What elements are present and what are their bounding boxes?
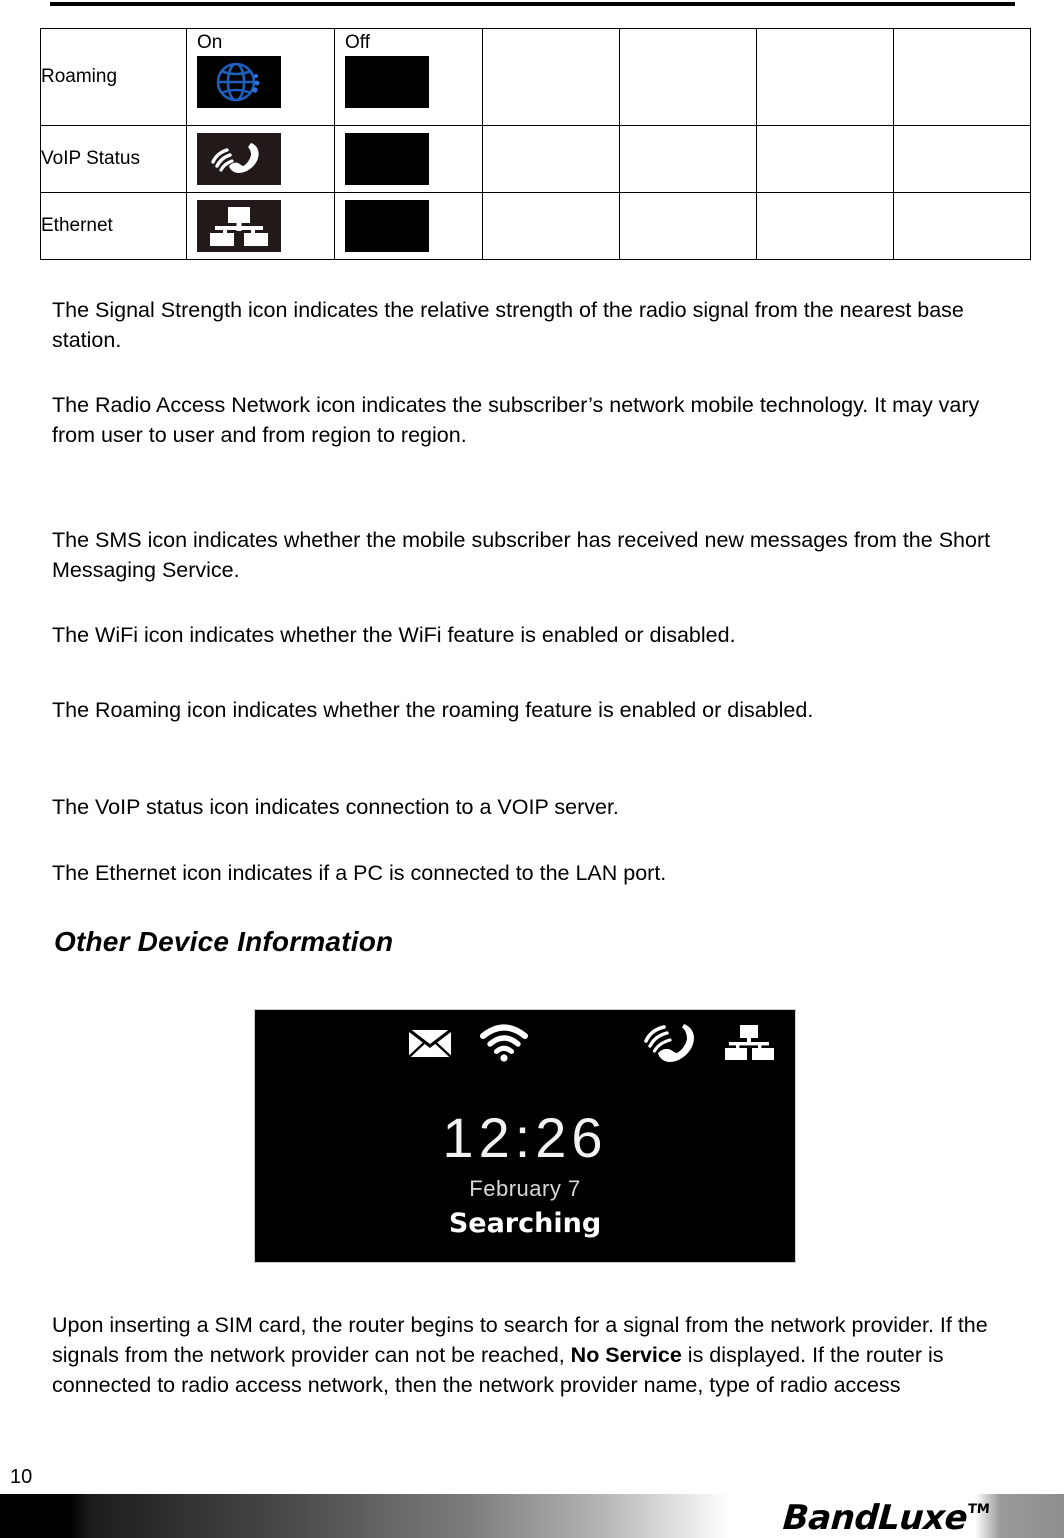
device-status-text: Searching xyxy=(448,1208,602,1239)
cell-voip-on xyxy=(186,125,335,193)
paragraph-voip: The VoIP status icon indicates connectio… xyxy=(52,795,619,819)
paragraph-ethernet: The Ethernet icon indicates if a PC is c… xyxy=(52,861,667,885)
empty-cell xyxy=(893,28,1031,126)
empty-cell xyxy=(619,28,757,126)
page-number: 10 xyxy=(10,1466,33,1488)
sms-envelope-icon xyxy=(407,1026,453,1065)
empty-cell xyxy=(893,125,1031,193)
state-header-on: On xyxy=(197,32,223,53)
roaming-globe-icon xyxy=(197,55,281,108)
blank-black-icon xyxy=(345,133,429,185)
bandluxe-logo: BandLuxeTM xyxy=(782,1498,991,1538)
empty-cell xyxy=(619,192,757,260)
device-display-screenshot: 12:26 February 7 Searching xyxy=(255,1010,795,1262)
empty-cell xyxy=(756,28,894,126)
cell-roaming-on: On xyxy=(186,28,335,126)
row-label-ethernet: Ethernet xyxy=(40,192,187,260)
empty-cell xyxy=(619,125,757,193)
empty-cell xyxy=(893,192,1031,260)
ethernet-lan-icon xyxy=(721,1024,777,1067)
voip-phone-icon xyxy=(197,133,281,185)
closing-text-bold: No Service xyxy=(570,1343,682,1367)
device-date: February 7 xyxy=(469,1176,581,1201)
empty-cell xyxy=(756,192,894,260)
wifi-icon xyxy=(479,1022,529,1067)
bandluxe-logo-text: BandLuxe xyxy=(781,1498,969,1538)
table-row: Roaming On Off xyxy=(40,28,1031,126)
icon-wrap xyxy=(335,55,482,108)
state-header-off: Off xyxy=(345,32,370,53)
cell-ethernet-off xyxy=(334,192,483,260)
trademark-symbol: TM xyxy=(967,1502,991,1517)
ethernet-lan-icon xyxy=(197,200,281,252)
paragraph-signal-strength: The Signal Strength icon indicates the r… xyxy=(52,298,964,352)
blank-black-icon xyxy=(345,55,429,108)
empty-cell xyxy=(482,28,620,126)
empty-cell xyxy=(482,192,620,260)
table-row: VoIP Status xyxy=(40,125,1031,193)
voip-phone-icon xyxy=(641,1022,703,1069)
table-row: Ethernet xyxy=(40,192,1031,260)
paragraph-wifi: The WiFi icon indicates whether the WiFi… xyxy=(52,623,736,647)
row-label-voip-status: VoIP Status xyxy=(40,125,187,193)
icon-wrap xyxy=(187,55,334,108)
page-title: Other Device Information xyxy=(54,926,394,957)
paragraph-sms: The SMS icon indicates whether the mobil… xyxy=(52,528,991,582)
blank-black-icon xyxy=(345,200,429,252)
paragraph-sim-search: Upon inserting a SIM card, the router be… xyxy=(52,1310,1004,1400)
empty-cell xyxy=(756,125,894,193)
header-rule xyxy=(50,2,1015,6)
status-icon-table: Roaming On Off VoIP Status Ethernet xyxy=(40,28,1031,260)
paragraph-roaming: The Roaming icon indicates whether the r… xyxy=(52,698,814,722)
cell-voip-off xyxy=(334,125,483,193)
device-clock: 12:26 xyxy=(442,1106,608,1169)
row-label-roaming: Roaming xyxy=(40,28,187,126)
paragraph-radio-access-network: The Radio Access Network icon indicates … xyxy=(52,393,980,447)
cell-ethernet-on xyxy=(186,192,335,260)
cell-roaming-off: Off xyxy=(334,28,483,126)
empty-cell xyxy=(482,125,620,193)
